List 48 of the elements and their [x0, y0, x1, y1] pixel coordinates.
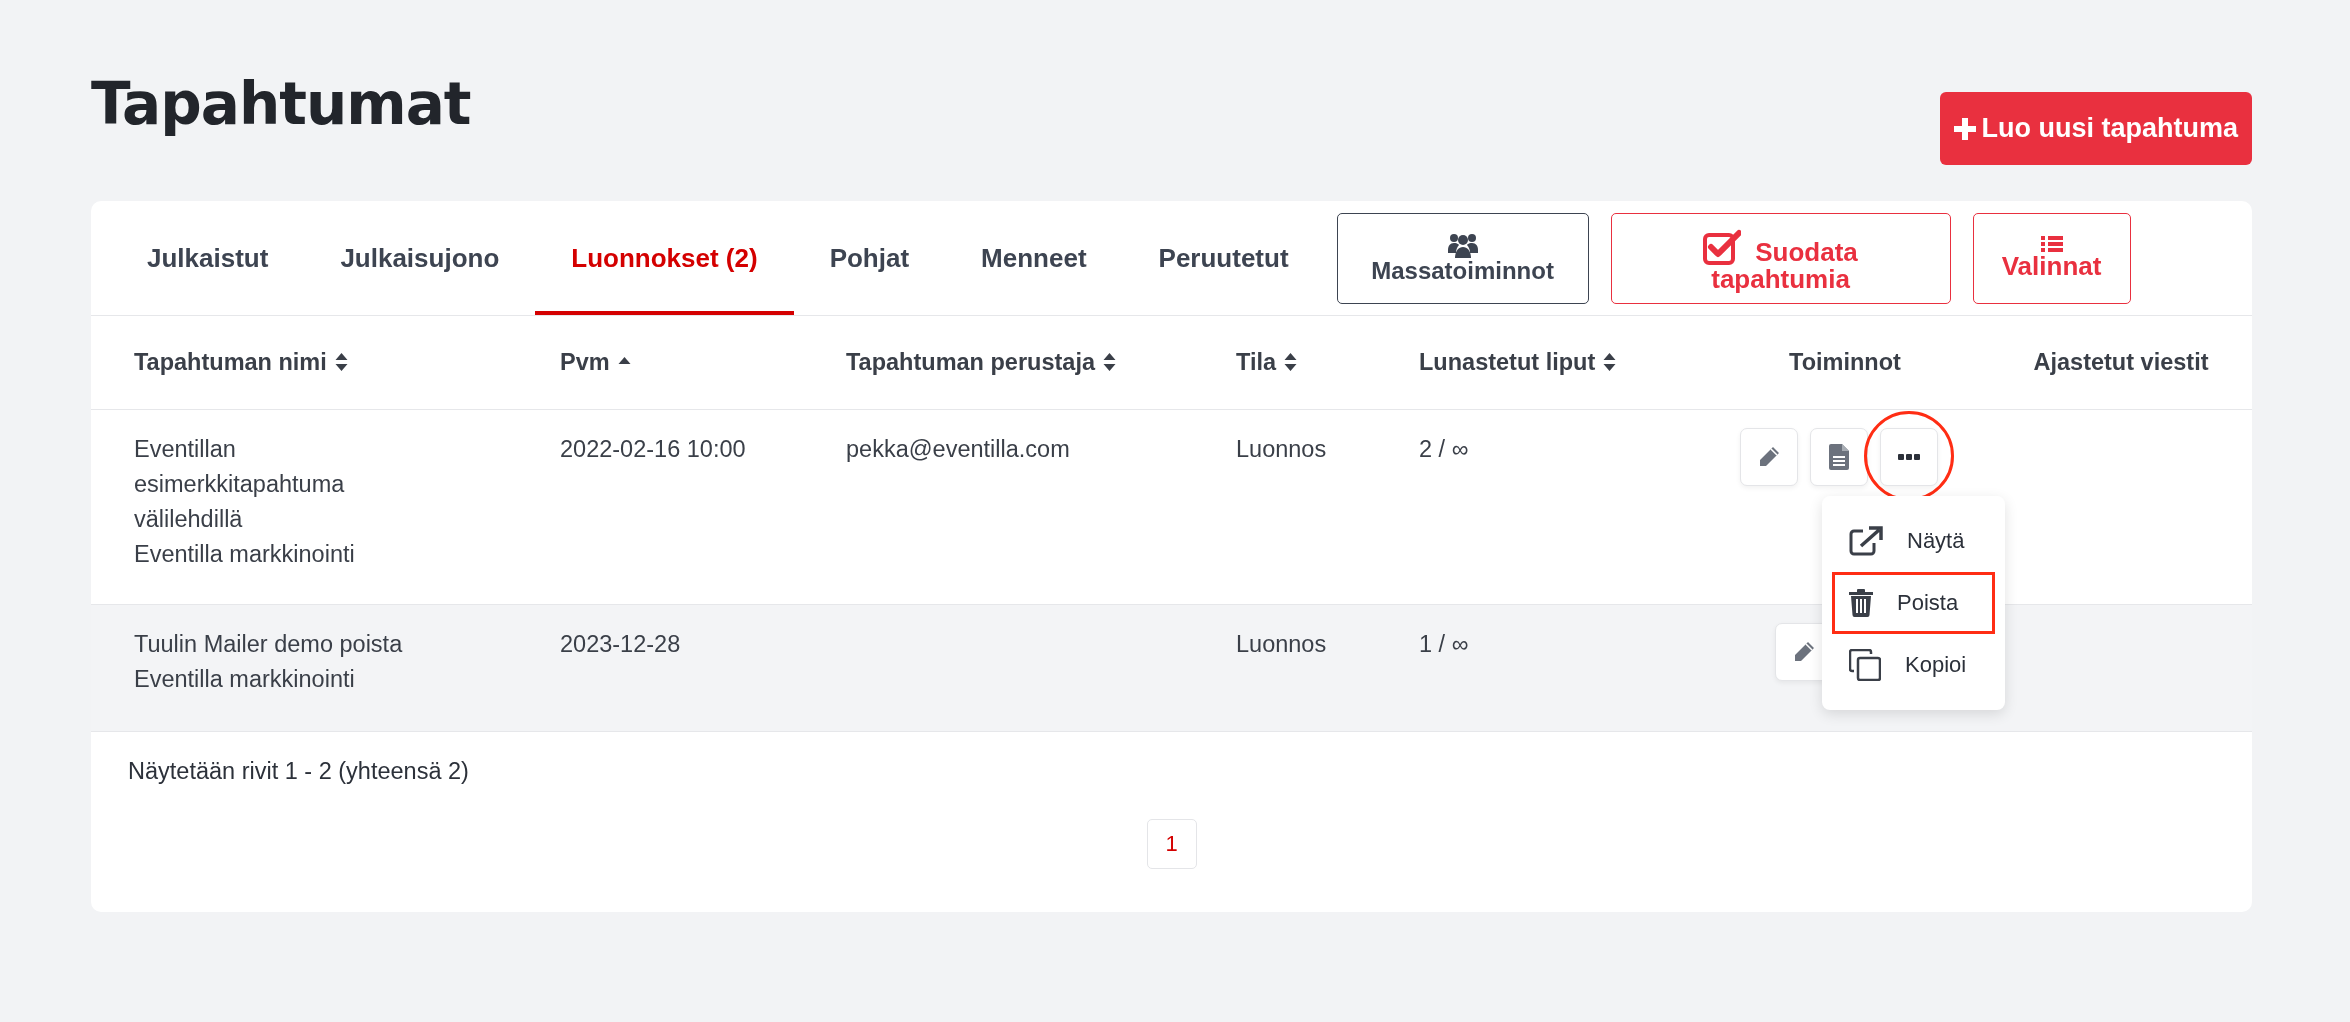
document-icon [1829, 443, 1849, 470]
rows-summary: Näytetään rivit 1 - 2 (yhteensä 2) [127, 756, 470, 786]
organizer-name: Eventilla markkinointi [134, 664, 356, 694]
document-button[interactable] [1810, 427, 1868, 486]
list-icon [2040, 235, 2063, 254]
column-header: Ajastetut viestit [2033, 348, 2209, 375]
pencil-icon [1757, 444, 1781, 469]
filter-button[interactable]: Suodata tapahtumia [1610, 212, 1951, 304]
pencil-icon [1792, 639, 1816, 664]
event-date: 2022-02-16 10:00 [560, 434, 747, 464]
tab[interactable]: Julkaisujono [304, 201, 536, 315]
ticket-count: 2 / ∞ [1419, 434, 1470, 464]
external-link-icon [1849, 525, 1883, 556]
page-button[interactable]: 1 [1146, 818, 1197, 869]
event-name: Eventillan esimerkkitapahtuma välilehdillä [134, 434, 346, 534]
copy-icon [1849, 648, 1881, 681]
menu-item[interactable]: Näytä [1832, 509, 1995, 572]
more-button[interactable] [1880, 427, 1938, 486]
column-header: Toiminnot [1789, 348, 1901, 375]
menu-item[interactable]: Kopioi [1832, 633, 1995, 696]
event-name: Tuulin Mailer demo poista [134, 629, 404, 659]
column-header[interactable]: Tapahtuman perustaja [846, 348, 1095, 375]
more-icon [1898, 452, 1920, 461]
tab[interactable]: Pohjat [793, 201, 946, 315]
create-event-button[interactable]: Luo uusi tapahtuma [1939, 92, 2252, 165]
ticket-count: 1 / ∞ [1419, 629, 1470, 659]
column-header[interactable]: Pvm [560, 348, 610, 375]
menu-item[interactable]: Poista [1832, 571, 1995, 634]
trash-icon [1849, 588, 1873, 617]
column-header[interactable]: Tapahtuman nimi [134, 348, 327, 375]
options-button[interactable]: Valinnat [1972, 212, 2131, 304]
tab[interactable]: Luonnokset (2) [535, 201, 794, 315]
organizer-name: Eventilla markkinointi [134, 540, 356, 570]
tab[interactable]: Peruutetut [1122, 201, 1325, 315]
tab[interactable]: Menneet [945, 201, 1123, 315]
edit-button[interactable] [1740, 427, 1798, 486]
creator-email: pekka@eventilla.com [846, 434, 1071, 464]
bulk-actions-button[interactable]: Massatoiminnot [1336, 212, 1589, 304]
event-status: Luonnos [1236, 434, 1328, 464]
page-title: Tapahtumat [91, 70, 471, 140]
plus-icon [1953, 117, 1976, 140]
checkbox-check-icon [1703, 228, 1742, 265]
event-status: Luonnos [1236, 629, 1328, 659]
people-icon [1447, 232, 1478, 259]
column-header[interactable]: Tila [1236, 348, 1277, 375]
column-header[interactable]: Lunastetut liput [1419, 348, 1596, 375]
event-date: 2023-12-28 [560, 629, 682, 659]
tab[interactable]: Julkaistut [111, 201, 305, 315]
